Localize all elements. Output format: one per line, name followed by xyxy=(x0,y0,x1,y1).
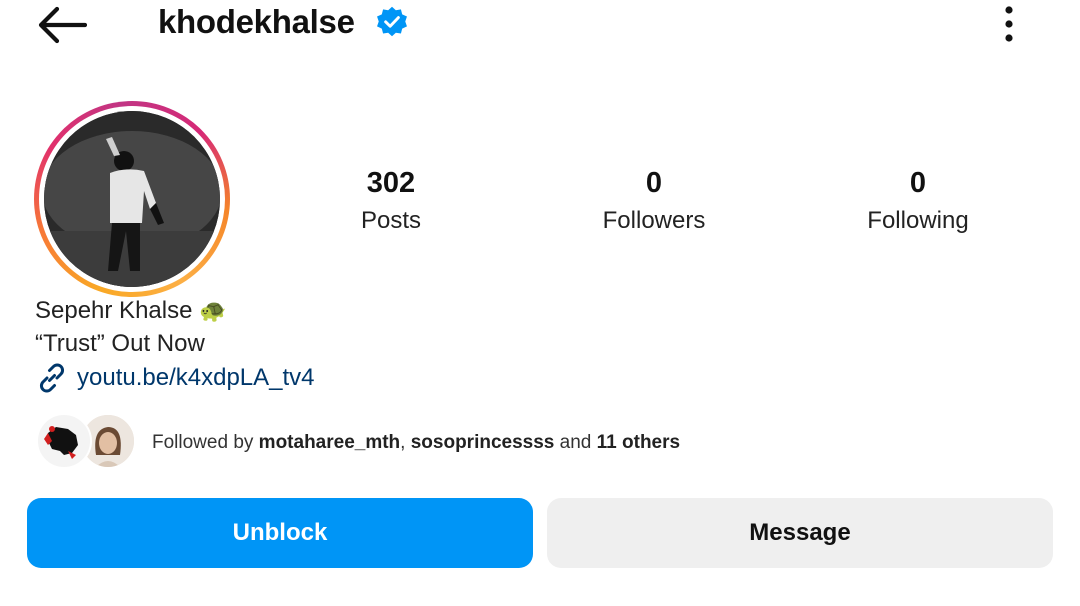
mutual-followers-avatars[interactable] xyxy=(36,413,136,469)
bio-link-text: youtu.be/k4xdpLA_tv4 xyxy=(77,364,315,391)
followed-by-conjunction: and xyxy=(554,432,597,453)
followed-by-prefix: Followed by xyxy=(152,432,259,453)
profile-avatar[interactable] xyxy=(34,101,230,297)
following-count: 0 xyxy=(909,167,927,199)
message-button[interactable]: Message xyxy=(547,498,1053,568)
display-name: Sepehr Khalse 🐢 xyxy=(35,296,227,326)
back-button[interactable] xyxy=(30,2,92,48)
mutual-follower-2: sosoprincessss xyxy=(410,432,555,453)
avatar-photo xyxy=(44,111,220,287)
turtle-emoji: 🐢 xyxy=(199,298,227,323)
following-label: Following xyxy=(867,207,969,234)
followed-by-text[interactable]: Followed by motaharee_mth, sosoprincesss… xyxy=(152,430,680,456)
verified-badge-icon xyxy=(377,6,407,37)
more-vertical-icon xyxy=(1005,6,1013,42)
profile-username: khodekhalse xyxy=(158,3,355,40)
followers-count: 0 xyxy=(645,167,663,199)
bio-text: “Trust” Out Now xyxy=(35,330,205,357)
followed-by-separator: , xyxy=(400,432,411,453)
following-stat[interactable]: 0 Following xyxy=(818,166,1018,236)
follower-avatar-1 xyxy=(36,413,92,469)
more-options-button[interactable] xyxy=(994,2,1024,46)
profile-page: khodekhalse 302 Posts 0 Followers 0 Foll… xyxy=(0,0,1080,606)
mutual-follower-1: motaharee_mth xyxy=(258,432,401,453)
posts-label: Posts xyxy=(360,207,422,234)
posts-stat[interactable]: 302 Posts xyxy=(291,166,491,236)
followers-stat[interactable]: 0 Followers xyxy=(554,166,754,236)
unblock-button[interactable]: Unblock xyxy=(27,498,533,568)
arrow-left-icon xyxy=(38,6,87,44)
link-icon xyxy=(39,363,65,393)
posts-count: 302 xyxy=(366,167,416,199)
display-name-text: Sepehr Khalse xyxy=(35,297,193,324)
mutual-followers-others: 11 others xyxy=(596,432,681,453)
followers-label: Followers xyxy=(602,207,706,234)
bio-link[interactable]: youtu.be/k4xdpLA_tv4 xyxy=(35,362,315,394)
